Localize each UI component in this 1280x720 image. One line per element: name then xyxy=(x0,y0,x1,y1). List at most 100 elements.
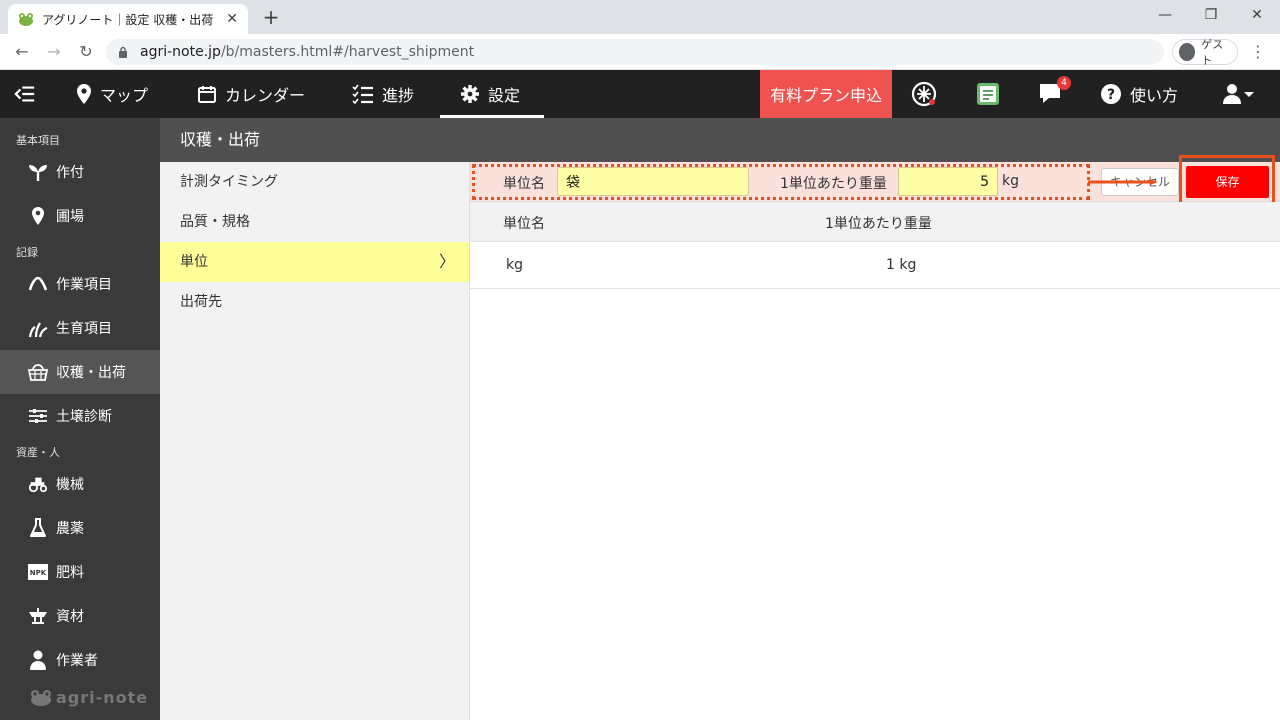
nav-map-label: マップ xyxy=(100,86,149,105)
sub-nav: 計測タイミング 品質・規格 単位 〉 出荷先 xyxy=(160,162,469,720)
user-icon xyxy=(1223,84,1254,104)
unit-editor-pane: 単位名 1単位あたり重量 kg キャンセル 保存 単位名 1単位あたり重量 kg… xyxy=(469,155,1280,720)
app-header: マップ カレンダー 進捗 設定 有料プラン申込 4 ? 使い方 xyxy=(0,70,1280,118)
sidebar-toggle-icon[interactable] xyxy=(14,70,44,118)
tab-close-icon[interactable]: ✕ xyxy=(226,11,238,27)
unit-name-label: 単位名 xyxy=(503,176,545,192)
frog-logo-icon xyxy=(31,689,51,706)
subnav-label: 出荷先 xyxy=(180,294,222,310)
help-label: 使い方 xyxy=(1130,86,1179,105)
nav-progress[interactable]: 進捗 xyxy=(352,70,414,118)
grass-icon xyxy=(28,318,48,338)
sidebar-item-label: 圃場 xyxy=(56,209,84,225)
subnav-label: 単位 xyxy=(180,254,208,270)
sidebar-item-workers[interactable]: 作業者 xyxy=(0,638,160,682)
sidebar-item-work[interactable]: 作業項目 xyxy=(0,262,160,306)
sidebar-item-growth[interactable]: 生育項目 xyxy=(0,306,160,350)
tractor-icon xyxy=(28,474,48,494)
seedling-tray-icon xyxy=(28,606,48,626)
sprout-icon xyxy=(28,162,48,182)
cell-weight: 1 kg xyxy=(886,257,917,273)
back-icon[interactable]: ← xyxy=(10,40,34,64)
sidebar-item-label: 資材 xyxy=(56,609,84,625)
url-host: agri-note.jp xyxy=(140,44,221,60)
sidebar-item-label: 機械 xyxy=(56,477,84,493)
svg-text:?: ? xyxy=(1107,87,1115,103)
sidebar-item-label: 作業項目 xyxy=(56,277,112,293)
npk-text: NPK xyxy=(30,569,47,577)
table-header: 単位名 1単位あたり重量 xyxy=(470,202,1280,242)
restore-icon[interactable]: ❐ xyxy=(1188,0,1234,30)
flask-icon xyxy=(28,518,48,538)
map-pin-icon xyxy=(77,84,91,104)
weight-unit-label: kg xyxy=(1002,173,1019,189)
url-path: /b/masters.html#/harvest_shipment xyxy=(220,44,475,60)
tab-title: アグリノート｜設定 収穫・出荷 xyxy=(42,12,214,27)
sidebar-item-pesticides[interactable]: 農薬 xyxy=(0,506,160,550)
window-close-icon[interactable]: ✕ xyxy=(1234,0,1280,30)
sidebar-item-label: 肥料 xyxy=(56,565,84,581)
sliders-icon xyxy=(28,406,48,426)
browser-menu-icon[interactable]: ⋮ xyxy=(1250,40,1266,64)
page-title: 収穫・出荷 xyxy=(160,118,1280,162)
sidebar-item-materials[interactable]: 資材 xyxy=(0,594,160,638)
sidebar-item-fertilizer[interactable]: NPK 肥料 xyxy=(0,550,160,594)
sidebar-item-label: 生育項目 xyxy=(56,321,112,337)
npk-icon: NPK xyxy=(28,562,48,582)
table-row[interactable]: kg 1 kg xyxy=(470,242,1280,289)
paid-plan-button[interactable]: 有料プラン申込 xyxy=(760,70,892,118)
subnav-item-destination[interactable]: 出荷先 xyxy=(160,282,469,322)
nav-calendar[interactable]: カレンダー xyxy=(197,70,305,118)
sidebar-section-assets: 資産・人 xyxy=(16,446,60,459)
profile-name: ゲスト xyxy=(1201,38,1224,67)
agri-book-icon[interactable] xyxy=(974,80,1002,108)
column-header-weight: 1単位あたり重量 xyxy=(825,216,932,232)
sidebar: 基本項目 作付 圃場 記録 作業項目 生育項目 収穫・出荷 土壌診断 資産・人 … xyxy=(0,118,160,720)
weight-input[interactable] xyxy=(898,167,998,196)
user-menu-button[interactable] xyxy=(1222,70,1264,118)
save-button[interactable]: 保存 xyxy=(1186,166,1269,198)
nav-map[interactable]: マップ xyxy=(76,70,148,118)
browser-tab-bar: アグリノート｜設定 収穫・出荷 ✕ + — ❐ ✕ xyxy=(0,0,1280,34)
basket-icon xyxy=(28,362,48,382)
avatar-icon xyxy=(1179,43,1196,61)
sidebar-item-harvest[interactable]: 収穫・出荷 xyxy=(0,350,160,394)
notification-badge: 4 xyxy=(1057,76,1071,90)
profile-button[interactable]: ゲスト xyxy=(1172,38,1238,67)
sidebar-item-soil[interactable]: 土壌診断 xyxy=(0,394,160,438)
subnav-item-unit[interactable]: 単位 〉 xyxy=(160,242,469,282)
sidebar-item-machinery[interactable]: 機械 xyxy=(0,462,160,506)
nav-settings[interactable]: 設定 xyxy=(440,70,544,118)
browser-toolbar: ← → ↻ agri-note.jp/b/masters.html#/harve… xyxy=(0,34,1280,70)
unit-name-input[interactable] xyxy=(557,167,749,196)
url-text: agri-note.jp/b/masters.html#/harvest_shi… xyxy=(140,44,474,60)
minimize-icon[interactable]: — xyxy=(1142,0,1188,30)
forward-icon[interactable]: → xyxy=(42,40,66,64)
sidebar-item-label: 収穫・出荷 xyxy=(56,365,126,381)
column-header-unit-name: 単位名 xyxy=(503,216,545,232)
sidebar-item-label: 作付 xyxy=(56,165,84,181)
help-button[interactable]: ? 使い方 xyxy=(1100,70,1178,118)
nav-settings-label: 設定 xyxy=(488,86,521,105)
subnav-item-timing[interactable]: 計測タイミング xyxy=(160,162,469,202)
pickaxe-icon xyxy=(28,274,48,294)
cell-unit-name: kg xyxy=(506,257,523,273)
weight-label: 1単位あたり重量 xyxy=(780,176,887,192)
nav-calendar-label: カレンダー xyxy=(225,86,306,105)
lock-icon xyxy=(119,46,127,58)
reload-icon[interactable]: ↻ xyxy=(74,40,98,64)
checklist-icon xyxy=(352,84,373,104)
chevron-right-icon: 〉 xyxy=(438,252,455,271)
new-tab-button[interactable]: + xyxy=(258,4,284,30)
location-pin-icon xyxy=(28,206,48,226)
rice-icon[interactable] xyxy=(910,80,938,108)
notification-icon[interactable]: 4 xyxy=(1037,76,1071,108)
sidebar-item-fields[interactable]: 圃場 xyxy=(0,194,160,238)
person-icon xyxy=(28,650,48,670)
calendar-icon xyxy=(198,86,216,103)
collapse-menu-icon xyxy=(14,86,35,102)
browser-tab[interactable]: アグリノート｜設定 収穫・出荷 ✕ xyxy=(8,4,248,34)
subnav-item-quality[interactable]: 品質・規格 xyxy=(160,202,469,242)
address-bar[interactable]: agri-note.jp/b/masters.html#/harvest_shi… xyxy=(106,39,1164,65)
sidebar-item-crops[interactable]: 作付 xyxy=(0,150,160,194)
